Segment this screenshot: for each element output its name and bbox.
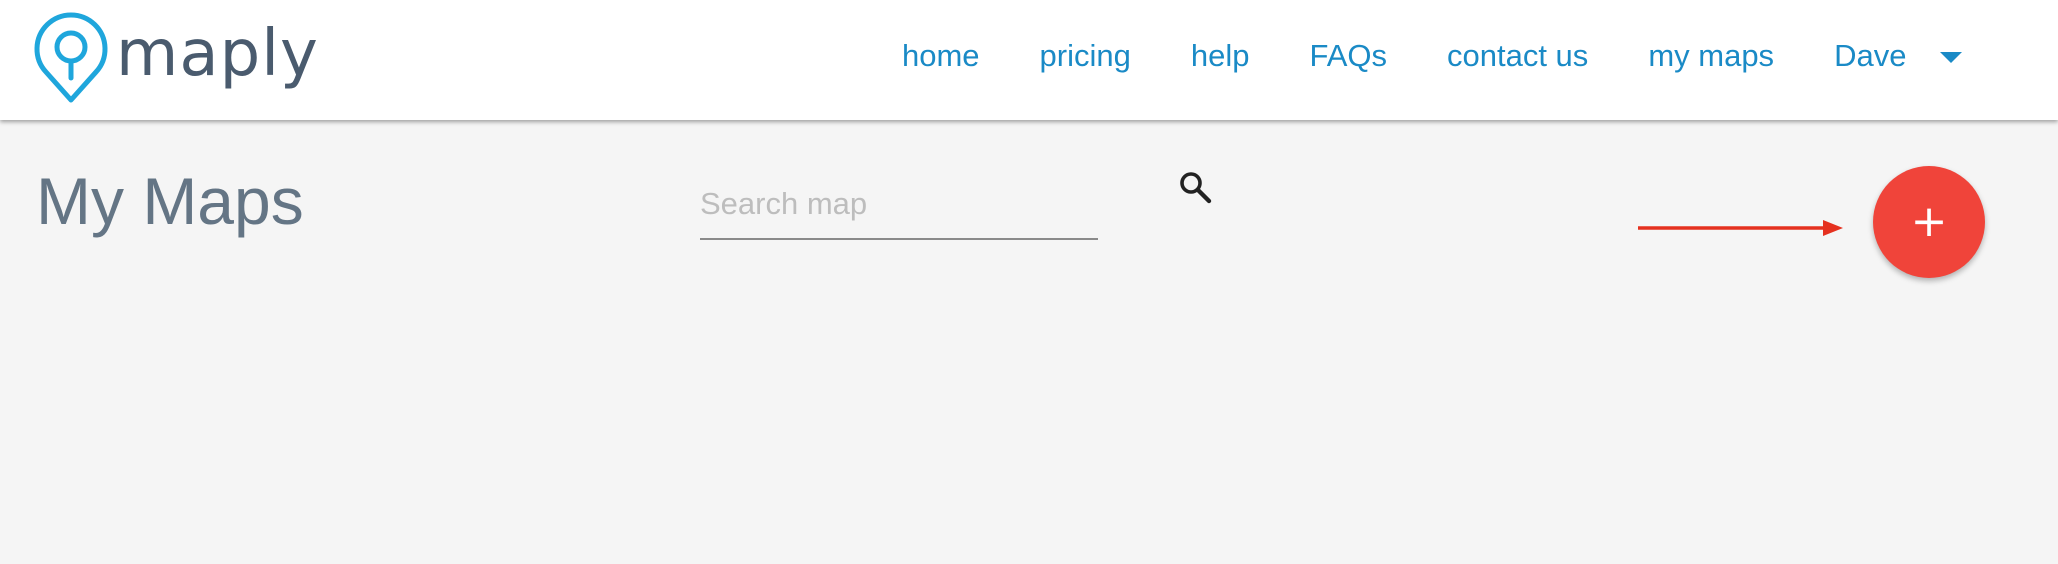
search-map-input[interactable]	[700, 170, 1098, 240]
map-pin-logo-icon	[34, 12, 108, 103]
nav-contact-us[interactable]: contact us	[1447, 38, 1588, 74]
nav-help[interactable]: help	[1191, 38, 1250, 74]
logo-text: maply	[116, 17, 319, 91]
add-map-button[interactable]: +	[1873, 166, 1985, 278]
nav-pricing[interactable]: pricing	[1040, 38, 1131, 74]
caret-down-icon[interactable]	[1940, 51, 1963, 63]
arrow-right-icon	[1638, 220, 1843, 236]
nav-home[interactable]: home	[902, 38, 980, 74]
main-nav: home pricing help FAQs contact us my map…	[902, 38, 1963, 74]
brand-logo[interactable]: maply	[32, 12, 319, 104]
top-navbar: maply home pricing help FAQs contact us …	[0, 0, 2058, 120]
search-icon[interactable]	[1178, 170, 1212, 204]
nav-my-maps[interactable]: my maps	[1648, 38, 1774, 74]
nav-user-dave[interactable]: Dave	[1834, 38, 1906, 74]
page-title: My Maps	[36, 164, 304, 238]
plus-icon: +	[1910, 196, 1948, 247]
nav-faqs[interactable]: FAQs	[1309, 38, 1387, 74]
